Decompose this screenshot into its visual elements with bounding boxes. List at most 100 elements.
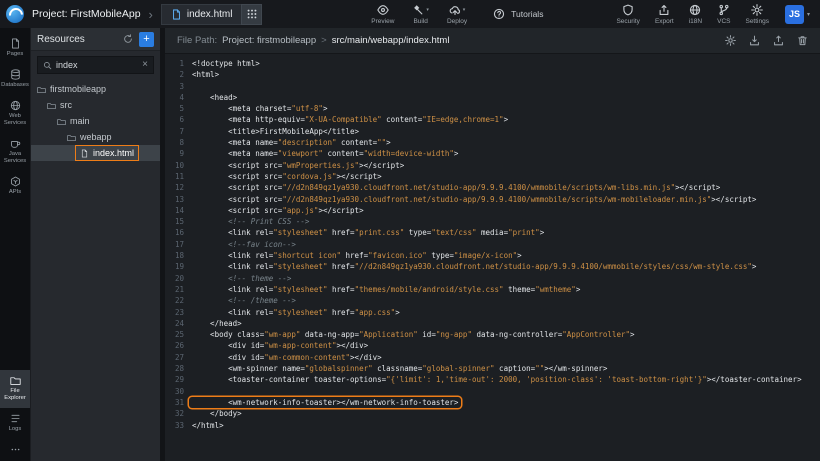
code-line-7[interactable]: 7 <title>FirstMobileApp</title> bbox=[165, 126, 820, 137]
wavemaker-logo[interactable] bbox=[6, 5, 24, 23]
line-number: 9 bbox=[165, 148, 192, 159]
code-line-28[interactable]: 28 <wm-spinner name="globalspinner" clas… bbox=[165, 363, 820, 374]
chevron-down-icon: ▾ bbox=[426, 7, 429, 13]
code-line-26[interactable]: 26 <div id="wm-app-content"></div> bbox=[165, 340, 820, 351]
code-text: <link rel="stylesheet" href="//d2n849qz1… bbox=[192, 261, 756, 272]
sidebar-item-web-services[interactable]: Web Services bbox=[0, 95, 30, 133]
tree-item-label: webapp bbox=[80, 132, 112, 142]
line-number: 30 bbox=[165, 386, 192, 397]
user-avatar[interactable]: JS bbox=[785, 5, 804, 24]
line-number: 12 bbox=[165, 182, 192, 193]
code-line-25[interactable]: 25 <body class="wm-app" data-ng-app="App… bbox=[165, 329, 820, 340]
sidebar-item-file-explorer[interactable]: File Explorer bbox=[0, 370, 30, 408]
code-line-10[interactable]: 10 <script src="wmProperties.js"></scrip… bbox=[165, 160, 820, 171]
code-line-29[interactable]: 29 <toaster-container toaster-options="{… bbox=[165, 374, 820, 385]
settings-button[interactable]: Settings bbox=[745, 4, 769, 25]
sidebar-item-logs[interactable]: Logs bbox=[0, 408, 30, 439]
preview-button[interactable]: Preview bbox=[371, 4, 394, 25]
line-number: 26 bbox=[165, 340, 192, 351]
code-line-17[interactable]: 17 <!--fav icon--> bbox=[165, 239, 820, 250]
code-line-13[interactable]: 13 <script src="//d2n849qz1ya930.cloudfr… bbox=[165, 194, 820, 205]
code-line-9[interactable]: 9 <meta name="viewport" content="width=d… bbox=[165, 148, 820, 159]
code-line-16[interactable]: 16 <link rel="stylesheet" href="print.cs… bbox=[165, 227, 820, 238]
code-line-11[interactable]: 11 <script src="cordova.js"></script> bbox=[165, 171, 820, 182]
topbar: Project: FirstMobileApp › index.html bbox=[0, 0, 820, 28]
chevron-down-icon: ▾ bbox=[463, 7, 466, 13]
code-line-20[interactable]: 20 <!-- theme --> bbox=[165, 273, 820, 284]
security-button[interactable]: Security bbox=[616, 4, 639, 25]
code-line-31[interactable]: 31 <wm-network-info-toaster></wm-network… bbox=[165, 397, 820, 408]
tree-item-webapp[interactable]: webapp bbox=[31, 129, 160, 145]
refresh-icon[interactable] bbox=[123, 34, 133, 44]
build-button[interactable]: ▾ Build bbox=[412, 4, 429, 25]
code-text: </head> bbox=[192, 318, 242, 329]
tree-item-src[interactable]: src bbox=[31, 97, 160, 113]
add-resource-button[interactable]: + bbox=[139, 32, 154, 47]
vcs-button[interactable]: VCS bbox=[717, 4, 730, 25]
tree-item-firstmobileapp[interactable]: firstmobileapp bbox=[31, 81, 160, 97]
chevron-right-icon: › bbox=[149, 7, 153, 22]
code-text: <body class="wm-app" data-ng-app="Applic… bbox=[192, 329, 635, 340]
code-text: <meta name="description" content=""> bbox=[192, 137, 391, 148]
code-line-18[interactable]: 18 <link rel="shortcut icon" href="favic… bbox=[165, 250, 820, 261]
code-line-1[interactable]: 1<!doctype html> bbox=[165, 58, 820, 69]
file-icon bbox=[80, 149, 89, 158]
sidebar-item-more[interactable] bbox=[0, 439, 30, 461]
code-line-5[interactable]: 5 <meta charset="utf-8"> bbox=[165, 103, 820, 114]
code-line-23[interactable]: 23 <link rel="stylesheet" href="app.css"… bbox=[165, 307, 820, 318]
export-button[interactable]: Export bbox=[655, 4, 674, 25]
code-line-33[interactable]: 33</html> bbox=[165, 420, 820, 431]
code-line-24[interactable]: 24 </head> bbox=[165, 318, 820, 329]
line-number: 19 bbox=[165, 261, 192, 272]
grid-menu-button[interactable] bbox=[241, 4, 262, 25]
code-line-4[interactable]: 4 <head> bbox=[165, 92, 820, 103]
tutorials-button[interactable]: Tutorials bbox=[493, 8, 543, 20]
code-line-3[interactable]: 3 bbox=[165, 81, 820, 92]
code-line-22[interactable]: 22 <!-- /theme --> bbox=[165, 295, 820, 306]
line-number: 5 bbox=[165, 103, 192, 114]
i18n-button[interactable]: i18N bbox=[689, 4, 702, 25]
code-line-2[interactable]: 2<html> bbox=[165, 69, 820, 80]
line-number: 4 bbox=[165, 92, 192, 103]
code-text: <!-- theme --> bbox=[192, 273, 291, 284]
code-line-12[interactable]: 12 <script src="//d2n849qz1ya930.cloudfr… bbox=[165, 182, 820, 193]
folder-icon bbox=[57, 117, 66, 126]
tree-item-index.html[interactable]: index.html bbox=[31, 145, 160, 161]
resources-title: Resources bbox=[37, 34, 117, 45]
code-text: <!doctype html> bbox=[192, 58, 260, 69]
code-editor[interactable]: 1<!doctype html>2<html>34 <head>5 <meta … bbox=[165, 54, 820, 461]
code-text: <!-- /theme --> bbox=[192, 295, 296, 306]
download-icon[interactable] bbox=[749, 35, 760, 46]
sidebar-item-apis[interactable]: APIs bbox=[0, 171, 30, 202]
help-circle-icon bbox=[493, 8, 505, 20]
sidebar-item-pages[interactable]: Pages bbox=[0, 33, 30, 64]
deploy-button[interactable]: ▾ Deploy bbox=[447, 4, 467, 25]
export-icon[interactable] bbox=[773, 35, 784, 46]
code-line-32[interactable]: 32 </body> bbox=[165, 408, 820, 419]
cloud-upload-icon bbox=[449, 4, 461, 16]
code-line-27[interactable]: 27 <div id="wm-common-content"></div> bbox=[165, 352, 820, 363]
list-lines-icon bbox=[10, 413, 21, 424]
code-line-15[interactable]: 15 <!-- Print CSS --> bbox=[165, 216, 820, 227]
line-number: 28 bbox=[165, 363, 192, 374]
code-line-30[interactable]: 30 bbox=[165, 386, 820, 397]
topbar-tools: Security Export i18N bbox=[601, 4, 769, 25]
tree-item-main[interactable]: main bbox=[31, 113, 160, 129]
code-line-21[interactable]: 21 <link rel="stylesheet" href="themes/m… bbox=[165, 284, 820, 295]
code-line-6[interactable]: 6 <meta http-equiv="X-UA-Compatible" con… bbox=[165, 114, 820, 125]
code-text: <script src="//d2n849qz1ya930.cloudfront… bbox=[192, 194, 756, 205]
gear-icon[interactable] bbox=[725, 35, 736, 46]
search-input[interactable] bbox=[56, 60, 138, 70]
clear-search-icon[interactable]: × bbox=[142, 60, 148, 70]
sidebar-item-java-services[interactable]: Java Services bbox=[0, 133, 30, 171]
sidebar-item-databases[interactable]: Databases bbox=[0, 64, 30, 95]
code-line-19[interactable]: 19 <link rel="stylesheet" href="//d2n849… bbox=[165, 261, 820, 272]
line-number: 29 bbox=[165, 374, 192, 385]
trash-icon[interactable] bbox=[797, 35, 808, 46]
code-text: <!--fav icon--> bbox=[192, 239, 296, 250]
line-number: 8 bbox=[165, 137, 192, 148]
code-line-14[interactable]: 14 <script src="app.js"></script> bbox=[165, 205, 820, 216]
code-line-8[interactable]: 8 <meta name="description" content=""> bbox=[165, 137, 820, 148]
globe-icon bbox=[689, 4, 701, 16]
file-tab[interactable]: index.html bbox=[161, 4, 242, 25]
